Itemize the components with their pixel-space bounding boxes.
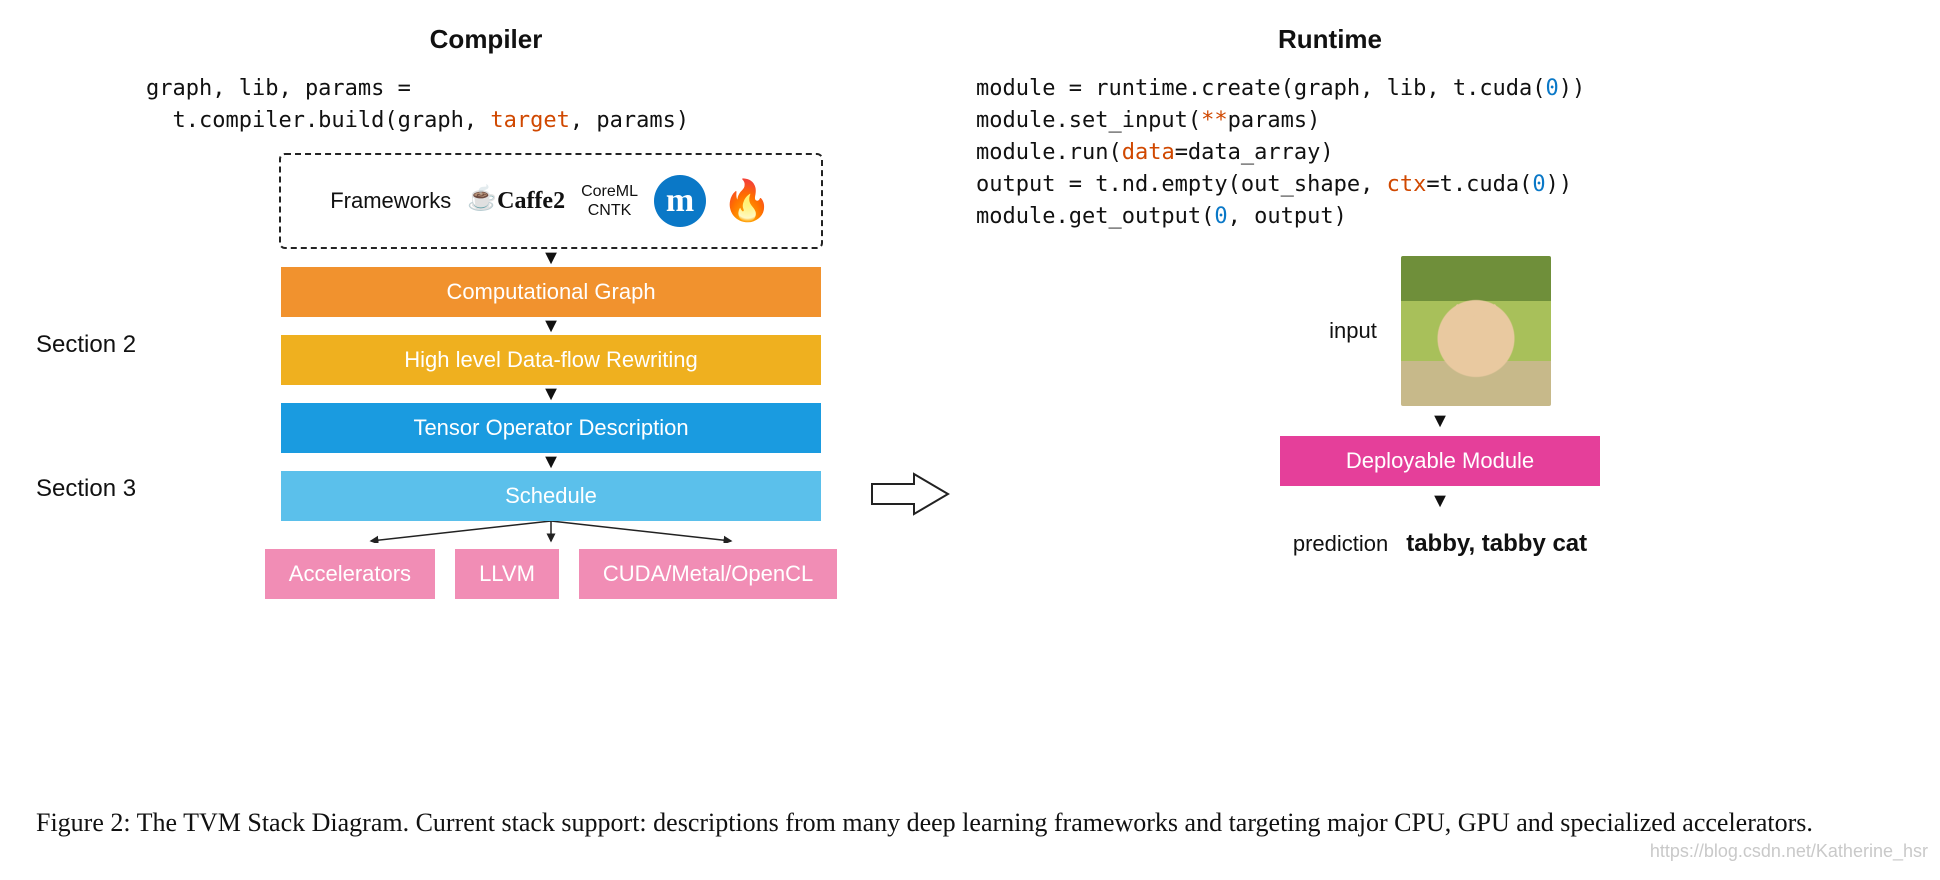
code-keyword: ctx — [1387, 172, 1427, 197]
code-text: )) — [1559, 76, 1586, 101]
figure-caption: Figure 2: The TVM Stack Diagram. Current… — [36, 805, 1904, 840]
code-keyword: target — [490, 108, 569, 133]
code-text: , params) — [570, 108, 689, 133]
code-text: module.get_output( — [976, 204, 1214, 229]
compiler-column: Compiler graph, lib, params = t.compiler… — [36, 24, 936, 599]
arrow-down-icon: ▼ — [541, 385, 561, 403]
frameworks-label: Frameworks — [330, 188, 451, 214]
code-number: 0 — [1532, 172, 1545, 197]
arrow-down-icon: ▼ — [1430, 492, 1450, 510]
code-text: params) — [1228, 108, 1321, 133]
section-2-label: Section 2 — [36, 331, 136, 359]
arrow-down-icon: ▼ — [541, 249, 561, 267]
runtime-title: Runtime — [756, 24, 1904, 55]
runtime-stack: input ▼ Deployable Module ▼ prediction t… — [976, 256, 1904, 558]
compiler-code: graph, lib, params = t.compiler.build(gr… — [146, 73, 936, 137]
code-text: graph, lib, params = — [146, 76, 411, 101]
targets-row: Accelerators LLVM CUDA/Metal/OpenCL — [265, 549, 837, 599]
layer-computational-graph: Computational Graph — [281, 267, 821, 317]
arrow-down-icon: ▼ — [541, 317, 561, 335]
code-keyword: data — [1122, 140, 1175, 165]
code-number: 0 — [1214, 204, 1227, 229]
caffe2-logo: ☕Caffe2 — [467, 186, 565, 215]
framework-names-stack: CoreML CNTK — [581, 182, 638, 220]
watermark: https://blog.csdn.net/Katherine_hsr — [1650, 841, 1928, 862]
code-number: 0 — [1546, 76, 1559, 101]
runtime-column: Runtime module = runtime.create(graph, l… — [976, 24, 1904, 599]
page: Compiler graph, lib, params = t.compiler… — [0, 0, 1940, 880]
target-llvm: LLVM — [455, 549, 559, 599]
code-text: module.run( — [976, 140, 1122, 165]
layer-dataflow-rewriting: High level Data-flow Rewriting — [281, 335, 821, 385]
fan-out-arrows — [281, 521, 821, 543]
caffe2-text: Caffe2 — [497, 188, 565, 214]
code-text: t.compiler.build(graph, — [146, 108, 490, 133]
target-gpu: CUDA/Metal/OpenCL — [579, 549, 837, 599]
layer-tensor-op-desc: Tensor Operator Description — [281, 403, 821, 453]
code-text: module = runtime.create(graph, lib, t.cu… — [976, 76, 1546, 101]
cup-icon: ☕ — [467, 184, 497, 213]
section-3-label: Section 3 — [36, 475, 136, 503]
cntk-label: CNTK — [581, 201, 638, 220]
coreml-label: CoreML — [581, 182, 638, 201]
frameworks-box: Frameworks ☕Caffe2 CoreML CNTK m 🔥 — [279, 153, 823, 249]
columns: Compiler graph, lib, params = t.compiler… — [36, 24, 1904, 599]
fanout-svg-icon — [281, 521, 821, 543]
input-label: input — [1329, 318, 1377, 344]
pytorch-flame-icon: 🔥 — [722, 177, 772, 224]
code-text: module.set_input( — [976, 108, 1201, 133]
code-text: =data_array) — [1175, 140, 1334, 165]
target-accelerators: Accelerators — [265, 549, 435, 599]
input-cat-image-icon — [1401, 256, 1551, 406]
compiler-stack: Frameworks ☕Caffe2 CoreML CNTK m 🔥 ▼ Com… — [166, 145, 936, 599]
compiler-to-runtime-arrow-icon — [870, 470, 950, 518]
input-row: input — [1329, 256, 1551, 406]
runtime-code: module = runtime.create(graph, lib, t.cu… — [976, 73, 1904, 232]
deployable-module: Deployable Module — [1280, 436, 1600, 486]
section-gutter: Section 2 Section 3 — [36, 145, 166, 599]
compiler-body: Section 2 Section 3 Frameworks ☕Caffe2 C… — [36, 145, 936, 599]
arrow-down-icon: ▼ — [1430, 412, 1450, 430]
code-text: output = t.nd.empty(out_shape, — [976, 172, 1387, 197]
arrow-down-icon: ▼ — [541, 453, 561, 471]
mxnet-logo-icon: m — [654, 175, 706, 227]
prediction-row: prediction tabby, tabby cat — [1293, 530, 1587, 558]
layer-schedule: Schedule — [281, 471, 821, 521]
code-text: , output) — [1228, 204, 1347, 229]
code-text: =t.cuda( — [1426, 172, 1532, 197]
prediction-label: prediction — [1293, 531, 1388, 557]
code-keyword: ** — [1201, 108, 1228, 133]
prediction-value: tabby, tabby cat — [1406, 530, 1587, 558]
code-text: )) — [1546, 172, 1573, 197]
